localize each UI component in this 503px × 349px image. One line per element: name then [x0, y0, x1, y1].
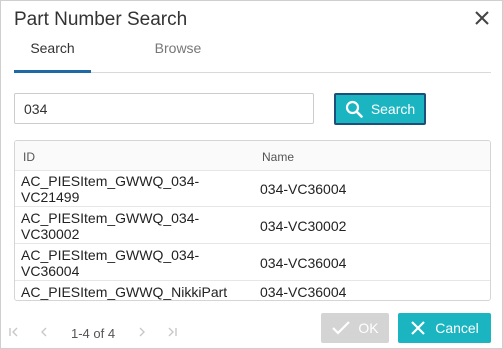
cancel-button-label: Cancel: [435, 320, 479, 336]
close-button[interactable]: [471, 7, 493, 29]
search-icon: [345, 100, 363, 118]
tab-search[interactable]: Search: [14, 37, 91, 73]
tab-bar: Search Browse: [14, 37, 491, 73]
close-icon: [475, 11, 489, 25]
dialog-title: Part Number Search: [14, 9, 188, 30]
table-row[interactable]: AC_PIESItem_GWWQ_NikkiPart 034-VC36004: [15, 282, 490, 300]
table-row[interactable]: AC_PIESItem_GWWQ_034-VC21499 034-VC36004: [15, 171, 490, 207]
check-icon: [332, 321, 351, 335]
cell-id: AC_PIESItem_GWWQ_034-VC21499: [21, 173, 200, 205]
grid-header: ID Name: [15, 141, 490, 171]
first-page-icon[interactable]: [7, 325, 21, 339]
table-row[interactable]: AC_PIESItem_GWWQ_034-VC36004 034-VC36004: [15, 245, 490, 281]
cell-name: 034-VC30002: [260, 218, 347, 234]
cell-id: AC_PIESItem_GWWQ_NikkiPart: [21, 284, 228, 300]
part-number-search-dialog: Part Number Search Search Browse Search …: [0, 0, 503, 349]
search-button[interactable]: Search: [334, 93, 426, 125]
pager: 1-4 of 4: [1, 317, 321, 347]
search-input[interactable]: [14, 93, 314, 124]
tab-browse[interactable]: Browse: [129, 37, 227, 73]
cell-name: 034-VC36004: [260, 284, 347, 300]
ok-button-label: OK: [358, 320, 379, 336]
table-row[interactable]: AC_PIESItem_GWWQ_034-VC30002 034-VC30002: [15, 208, 490, 244]
ok-button[interactable]: OK: [321, 313, 389, 343]
prev-page-icon[interactable]: [37, 325, 51, 339]
pager-range: 1-4 of 4: [71, 326, 116, 341]
next-page-icon[interactable]: [135, 325, 149, 339]
cell-name: 034-VC36004: [260, 181, 347, 197]
column-header-id[interactable]: ID: [23, 150, 35, 164]
cell-id: AC_PIESItem_GWWQ_034-VC30002: [21, 210, 200, 242]
column-header-name[interactable]: Name: [262, 150, 294, 164]
cell-name: 034-VC36004: [260, 255, 347, 271]
search-button-label: Search: [370, 101, 416, 117]
results-grid: ID Name AC_PIESItem_GWWQ_034-VC21499 034…: [14, 140, 491, 301]
x-icon: [411, 321, 425, 335]
cell-id: AC_PIESItem_GWWQ_034-VC36004: [21, 247, 200, 279]
cancel-button[interactable]: Cancel: [398, 313, 491, 343]
last-page-icon[interactable]: [165, 325, 179, 339]
